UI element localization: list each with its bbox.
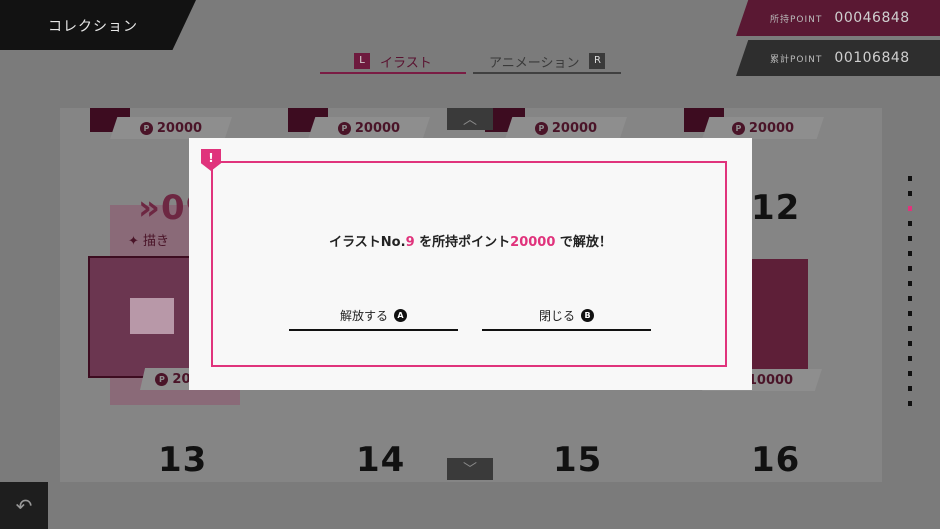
lock-icon [130,298,174,334]
scroll-dot [908,356,912,361]
tab-illust[interactable]: L イラスト [320,50,466,74]
owned-points-value: 00046848 [834,10,910,26]
scroll-dot [908,251,912,256]
a-button-icon: A [394,308,407,322]
tab-illust-label: イラスト [380,55,432,71]
scroll-dot [908,296,912,301]
r-key-icon: R [589,53,606,69]
dialog-message: イラストNo.9 を所持ポイント20000 で解放！ [329,235,612,250]
scroll-dot [908,281,912,286]
card-13-number: 13 [158,440,208,480]
price-tag-1: P 20000 [110,117,232,139]
scroll-dot [908,326,912,331]
close-button[interactable]: 閉じる B [482,301,651,331]
card-16-number: 16 [751,440,801,480]
price-tag-3: P 20000 [505,117,627,139]
scroll-dot [908,191,912,196]
b-button-icon: B [581,308,594,322]
total-points-value: 00106848 [834,50,910,66]
chevron-down-icon: ﹀ [463,462,477,478]
card-14-number: 14 [356,440,406,480]
coin-icon: P [139,121,153,135]
scroll-up-button[interactable]: ︿ [447,108,493,130]
card-09-badge: ✦ 描き [128,234,170,249]
owned-points-panel: 所持POINT 00046848 [736,0,940,36]
price-tag-4: P 20000 [702,117,824,139]
back-button[interactable]: ↶ [0,482,48,529]
coin-icon: P [337,121,351,135]
coin-icon: P [155,372,169,386]
undo-arrow-icon: ↶ [15,493,33,518]
scroll-dot [908,371,912,376]
card-15-number: 15 [553,440,603,480]
card-12-number: 12 [751,188,801,228]
scroll-dot [908,401,912,406]
total-points-panel: 累計POINT 00106848 [736,40,940,76]
scroll-dot [908,236,912,241]
coin-icon: P [534,121,548,135]
tab-animation-label: アニメーション [489,55,580,71]
scroll-dot [908,311,912,316]
total-points-label: 累計POINT [770,54,823,65]
page-title: コレクション [48,19,138,35]
unlock-button-label: 解放する [339,308,388,323]
scroll-down-button[interactable]: ﹀ [447,458,493,480]
coin-icon: P [731,121,745,135]
l-key-icon: L [354,53,370,69]
chevron-up-icon: ︿ [463,112,477,128]
scroll-dot [908,221,912,226]
close-button-label: 閉じる [538,308,575,323]
dialog-frame [211,161,727,367]
scroll-dot [908,386,912,391]
unlock-dialog: ! イラストNo.9 を所持ポイント20000 で解放！ 解放する A 閉じる … [189,138,752,390]
scroll-dot-active [908,206,912,211]
unlock-button[interactable]: 解放する A [289,301,458,331]
tab-animation[interactable]: アニメーション R [473,50,621,74]
scroll-dot [908,266,912,271]
scroll-dot [908,176,912,181]
owned-points-label: 所持POINT [770,14,823,25]
price-tag-2: P 20000 [308,117,430,139]
scroll-dot [908,341,912,346]
